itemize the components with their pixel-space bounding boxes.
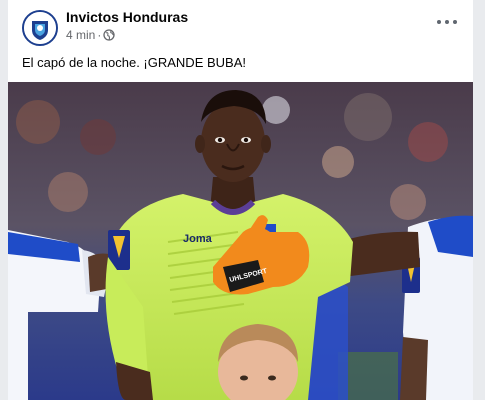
globe-icon	[103, 29, 115, 41]
feed-post: Invictos Honduras 4 min · El capó de la …	[8, 0, 473, 400]
more-options-dot	[445, 20, 449, 24]
post-timestamp[interactable]: 4 min	[66, 28, 95, 42]
page-avatar[interactable]	[22, 10, 58, 46]
post-header: Invictos Honduras 4 min ·	[8, 0, 473, 48]
meta-separator: ·	[97, 28, 102, 42]
post-meta: 4 min ·	[66, 28, 115, 42]
goalkeeper-photo: Joma UHLSPORT	[8, 82, 473, 400]
page-name[interactable]: Invictos Honduras	[66, 9, 188, 25]
shield-logo-icon	[24, 12, 56, 44]
post-photo[interactable]: Joma UHLSPORT	[8, 82, 473, 400]
jersey-brand-text: Joma	[183, 233, 213, 245]
more-options-button[interactable]	[437, 16, 457, 28]
more-options-icon	[437, 20, 441, 24]
post-caption: El capó de la noche. ¡GRANDE BUBA!	[22, 55, 246, 70]
more-options-dot	[453, 20, 457, 24]
